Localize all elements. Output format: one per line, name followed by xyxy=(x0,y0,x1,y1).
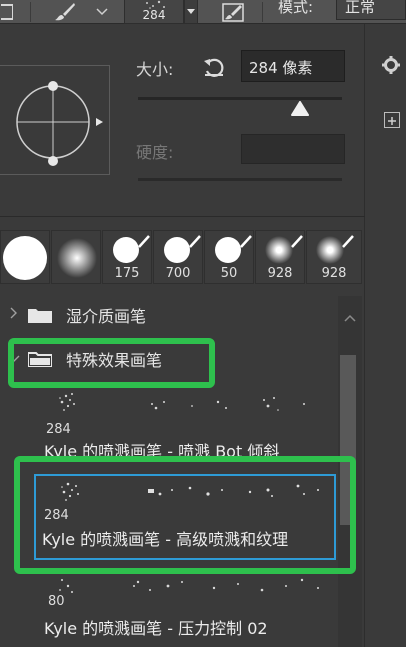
gear-icon[interactable] xyxy=(382,56,400,74)
brush-group-wet-media[interactable]: 湿介质画笔 xyxy=(0,296,336,334)
brush-toggle-icon[interactable] xyxy=(218,0,248,24)
folder-icon xyxy=(28,307,52,323)
brush-name: Kyle 的喷溅画笔 - 压力控制 02 xyxy=(44,619,268,638)
recent-brush-4[interactable]: 50 xyxy=(204,230,254,284)
brush-stroke-preview xyxy=(59,578,319,593)
chevron-down-icon xyxy=(187,8,195,14)
brush-item-pressure-control[interactable]: 80 Kyle 的喷溅画笔 - 压力控制 02 xyxy=(38,572,336,647)
blend-mode-select[interactable]: 正常 xyxy=(336,0,406,20)
recent-brush-size: 928 xyxy=(321,266,347,281)
chevron-right-icon[interactable] xyxy=(4,307,24,323)
recent-brush-2[interactable]: 175 xyxy=(102,230,152,284)
brush-size: 284 xyxy=(46,422,71,437)
brush-angle-widget[interactable] xyxy=(0,65,110,175)
recent-brush-size: 50 xyxy=(220,266,238,281)
brush-size-readout: 284 xyxy=(142,8,166,22)
recent-brush-6[interactable]: 928 xyxy=(306,230,362,284)
hardness-input[interactable] xyxy=(241,134,345,164)
recent-brush-1[interactable] xyxy=(51,230,101,284)
size-slider-track[interactable] xyxy=(138,97,342,100)
brush-size: 80 xyxy=(48,594,65,609)
reset-icon[interactable] xyxy=(202,55,226,79)
annotation-highlight xyxy=(14,456,356,574)
annotation-highlight xyxy=(8,338,215,388)
size-label: 大小: xyxy=(136,60,174,79)
brush-stroke-preview xyxy=(59,393,305,411)
options-toolbar: 284 模式: 正常 xyxy=(0,0,406,24)
panel-divider xyxy=(364,24,365,647)
recent-brush-size: 175 xyxy=(114,266,140,281)
group-label: 湿介质画笔 xyxy=(66,307,147,326)
brush-preset-picker[interactable]: 284 xyxy=(124,0,184,24)
recent-brush-3[interactable]: 700 xyxy=(153,230,203,284)
add-icon[interactable] xyxy=(384,112,400,128)
toolbar-divider xyxy=(30,2,31,22)
recent-brush-size: 700 xyxy=(165,266,191,281)
section-divider xyxy=(0,216,365,217)
recent-brushes: 175 700 50 928 928 xyxy=(0,230,362,284)
recent-brush-5[interactable]: 928 xyxy=(255,230,305,284)
chevron-down-icon[interactable] xyxy=(94,0,110,24)
hardness-slider-track[interactable] xyxy=(138,178,342,181)
toolbar-divider xyxy=(262,2,263,22)
brush-item-spatter-bot-tilt[interactable]: 284 Kyle 的喷溅画笔 - 喷溅 Bot 倾斜 xyxy=(38,386,336,461)
hardness-label: 硬度: xyxy=(136,143,174,162)
tool-icon-fragment[interactable] xyxy=(0,0,14,24)
recent-brush-0[interactable] xyxy=(0,230,50,284)
preset-dropdown-button[interactable] xyxy=(184,0,198,24)
size-input[interactable]: 284 像素 xyxy=(241,50,345,82)
recent-brush-size: 928 xyxy=(267,266,293,281)
mode-label: 模式: xyxy=(278,0,314,16)
brush-icon[interactable] xyxy=(50,0,80,24)
